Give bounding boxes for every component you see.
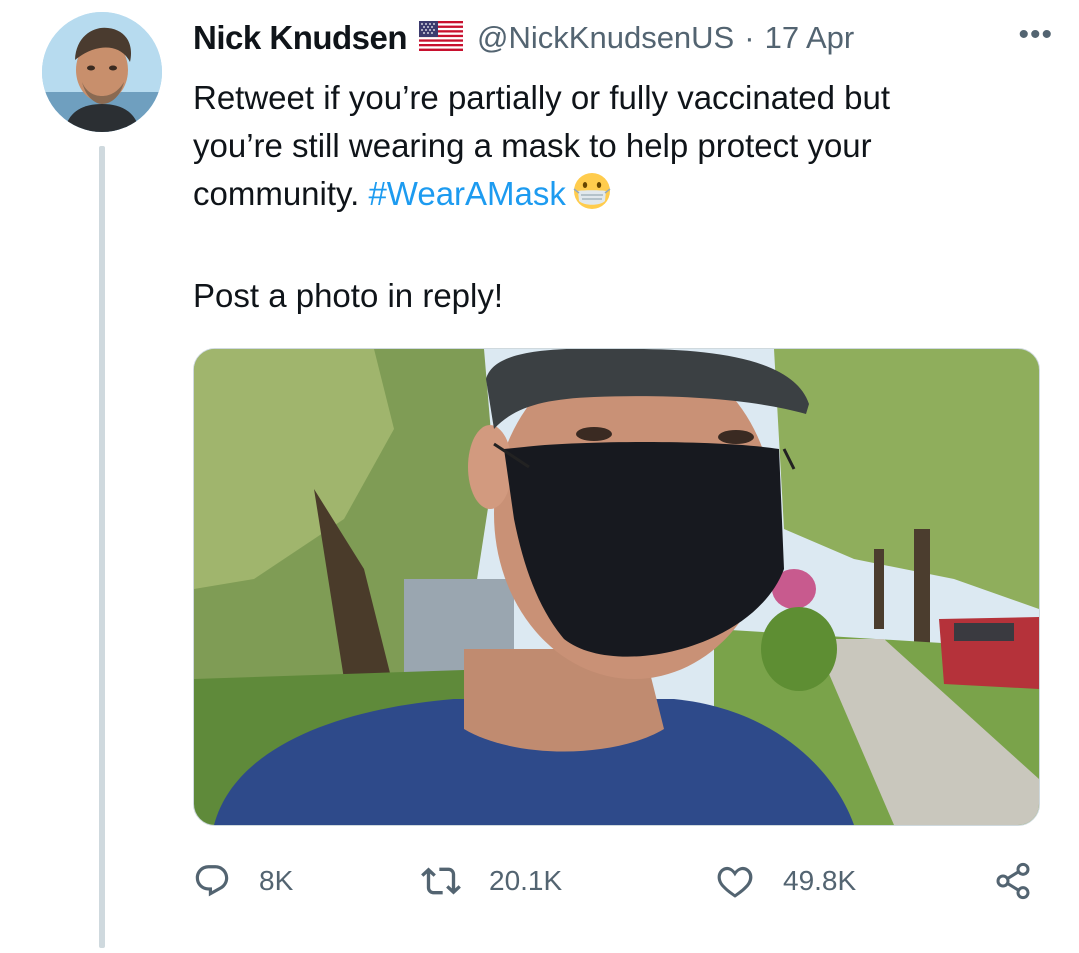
thread-line xyxy=(99,146,105,948)
tweet-text-line: community. #WearAMask xyxy=(193,170,1033,224)
share-button[interactable] xyxy=(993,858,1061,904)
author-handle[interactable]: @NickKnudsenUS xyxy=(477,20,734,56)
like-count: 49.8K xyxy=(783,865,857,896)
separator-dot: · xyxy=(744,20,755,55)
tweet-text-line: Retweet if you’re partially or fully vac… xyxy=(193,79,890,116)
author-avatar[interactable] xyxy=(42,12,162,132)
tweet-actions: 8K 20.1K 49.8K xyxy=(193,858,1043,904)
tweet-date[interactable]: 17 Apr xyxy=(765,20,855,56)
us-flag-icon xyxy=(419,20,464,56)
tweet-text: Retweet if you’re partially or fully vac… xyxy=(193,74,1033,320)
tweet-text-fragment: community. xyxy=(193,175,369,212)
reply-button[interactable]: 8K xyxy=(193,858,293,904)
hashtag-link[interactable]: #WearAMask xyxy=(368,175,565,212)
author-name[interactable]: Nick Knudsen xyxy=(193,19,408,57)
more-options-icon[interactable]: ••• xyxy=(1018,18,1053,52)
face-with-medical-mask-icon xyxy=(572,171,612,224)
share-icon xyxy=(996,862,1030,900)
tweet-text-paragraph: Post a photo in reply! xyxy=(193,277,504,314)
avatar-photo xyxy=(42,12,162,132)
heart-icon xyxy=(717,866,753,898)
retweet-count: 20.1K xyxy=(489,865,563,896)
retweet-button[interactable]: 20.1K xyxy=(421,858,562,904)
like-button[interactable]: 49.8K xyxy=(715,858,856,904)
tweet-text-line: you’re still wearing a mask to help prot… xyxy=(193,127,872,164)
reply-icon xyxy=(195,865,229,897)
tweet-header: Nick Knudsen @NickKnudsenUS · 17 Apr ••• xyxy=(193,16,1053,60)
tweet-photo[interactable] xyxy=(193,348,1040,826)
retweet-icon xyxy=(421,867,461,895)
reply-count: 8K xyxy=(259,865,294,896)
photo-image xyxy=(194,349,1039,825)
